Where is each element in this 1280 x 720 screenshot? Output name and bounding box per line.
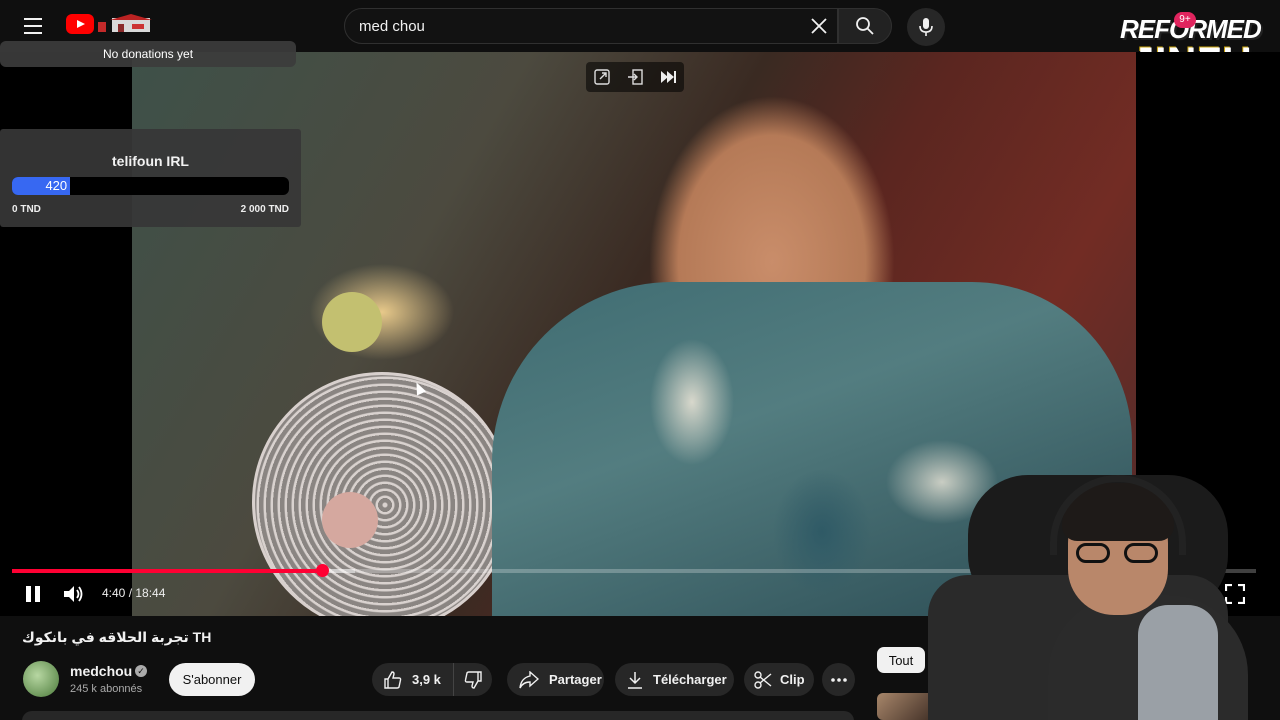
- share-label: Partager: [549, 672, 602, 687]
- verified-icon: ✓: [135, 665, 147, 677]
- thumbs-up-icon: [384, 670, 402, 689]
- volume-icon: [64, 586, 83, 602]
- voice-search-button[interactable]: [907, 8, 945, 46]
- youtube-logo-icon[interactable]: [66, 14, 94, 34]
- next-video-icon[interactable]: [657, 66, 679, 88]
- description-box[interactable]: [22, 711, 854, 720]
- download-label: Télécharger: [653, 672, 727, 687]
- like-count: 3,9 k: [412, 672, 441, 687]
- webcam-person-shirt: [1138, 605, 1218, 720]
- video-fan-hub: [322, 492, 378, 548]
- scissors-icon: [754, 670, 772, 689]
- goal-progress-track: 420: [12, 177, 289, 195]
- glasses-icon: [1076, 543, 1162, 563]
- chip-all[interactable]: Tout: [877, 647, 925, 673]
- channel-name[interactable]: medchou: [70, 663, 132, 679]
- download-icon: [628, 671, 642, 689]
- donation-banner: No donations yet: [0, 41, 296, 67]
- player-top-controls: [586, 62, 684, 92]
- video-lamp: [322, 292, 382, 352]
- subscribe-button[interactable]: S'abonner: [169, 663, 255, 696]
- youtube-page: med chou REFORMED 9+ JINZU No donations …: [0, 0, 1280, 720]
- microphone-icon: [919, 18, 933, 36]
- goal-title: telifoun IRL: [112, 153, 189, 169]
- clear-search-icon[interactable]: [804, 12, 834, 40]
- seasonal-logo-icon: [98, 14, 152, 32]
- exit-icon[interactable]: [624, 66, 646, 88]
- subscriber-count: 245 k abonnés: [70, 683, 143, 695]
- more-actions-button[interactable]: [822, 663, 855, 696]
- dislike-button[interactable]: [454, 663, 492, 696]
- clip-label: Clip: [780, 672, 805, 687]
- video-fan: [252, 372, 512, 616]
- time-display: 4:40 / 18:44: [102, 586, 166, 600]
- menu-icon[interactable]: [18, 12, 48, 40]
- search-button[interactable]: [838, 8, 892, 44]
- video-title: تجربة الحلاقه في بانكوك TH: [22, 629, 212, 645]
- goal-max-label: 2 000 TND: [240, 204, 289, 215]
- goal-min-label: 0 TND: [12, 204, 41, 215]
- search-input[interactable]: med chou: [344, 8, 838, 44]
- search-icon: [856, 17, 874, 35]
- streamer-webcam: [928, 455, 1280, 720]
- notification-badge: 9+: [1174, 12, 1196, 28]
- channel-avatar[interactable]: [23, 661, 59, 697]
- like-dislike-group: 3,9 k: [372, 663, 492, 696]
- volume-button[interactable]: [62, 582, 86, 606]
- donation-goal-widget: telifoun IRL 420 0 TND 2 000 TND: [0, 129, 301, 227]
- clip-button[interactable]: Clip: [744, 663, 814, 696]
- download-button[interactable]: Télécharger: [615, 663, 734, 696]
- share-icon: [519, 670, 539, 688]
- miniplayer-icon[interactable]: [591, 66, 613, 88]
- pause-button[interactable]: [22, 582, 44, 606]
- goal-current-value: 420: [45, 178, 68, 193]
- more-icon: [830, 677, 847, 682]
- progress-scrubber-handle[interactable]: [315, 564, 329, 577]
- thumbs-down-icon: [464, 670, 482, 689]
- share-button[interactable]: Partager: [507, 663, 604, 696]
- like-button[interactable]: 3,9 k: [372, 663, 454, 696]
- progress-played: [12, 569, 322, 573]
